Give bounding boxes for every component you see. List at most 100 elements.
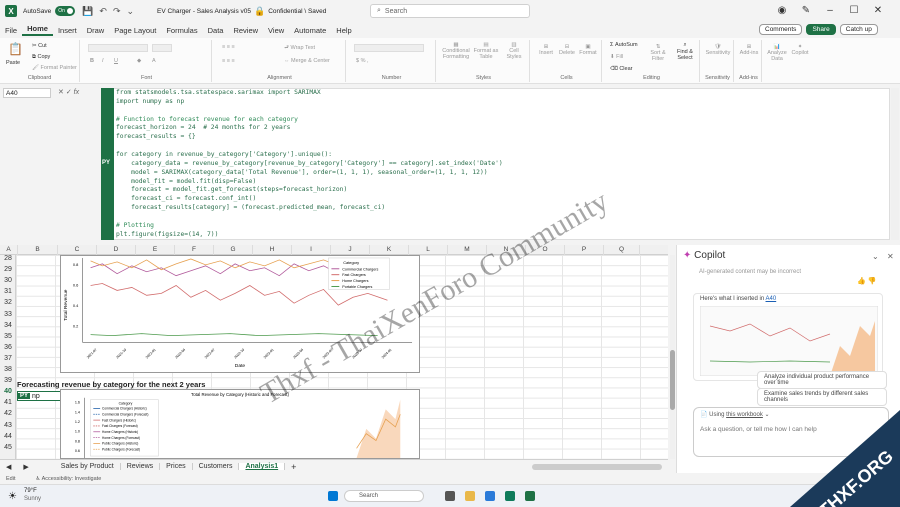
row-header-38[interactable]: 38 <box>0 366 16 373</box>
copilot-chart-thumbnail[interactable] <box>700 306 878 376</box>
prev-sheet-icon[interactable]: ◀ <box>0 463 17 471</box>
column-header-c[interactable]: C <box>58 245 97 255</box>
weather-icon[interactable]: ☀ <box>8 491 17 502</box>
format-cells-button[interactable]: ▣ Format <box>578 44 598 56</box>
add-sheet-icon[interactable]: + <box>285 462 302 472</box>
tab-file[interactable]: File <box>0 26 22 35</box>
sheet-tab-analysis1[interactable]: Analysis1 <box>239 463 286 470</box>
autosum-button[interactable]: Σ AutoSum <box>610 42 638 48</box>
start-icon[interactable] <box>328 491 338 501</box>
currency-icon[interactable]: $ % , <box>356 58 369 64</box>
cell-styles-button[interactable]: ▥ Cell Styles <box>502 42 526 60</box>
column-header-d[interactable]: D <box>97 245 136 255</box>
tab-draw[interactable]: Draw <box>82 26 110 35</box>
row-header-32[interactable]: 32 <box>0 299 16 306</box>
file-explorer-icon[interactable] <box>465 491 475 501</box>
tab-automate[interactable]: Automate <box>289 26 331 35</box>
suggestion-chip-2[interactable]: Examine sales trends by different sales … <box>757 388 887 406</box>
delete-cells-button[interactable]: ⊟ Delete <box>557 44 577 56</box>
row-header-41[interactable]: 41 <box>0 399 16 406</box>
share-button[interactable]: Share <box>806 24 836 35</box>
italic-button[interactable]: I <box>102 58 104 64</box>
column-header-b[interactable]: B <box>18 245 58 255</box>
column-header-p[interactable]: P <box>565 245 604 255</box>
copilot-close-icon[interactable]: ✕ <box>887 252 894 261</box>
sheet-tab-prices[interactable]: Prices <box>160 463 193 470</box>
cut-button[interactable]: ✂ Cut <box>32 43 47 49</box>
row-header-39[interactable]: 39 <box>0 377 16 384</box>
font-name-select[interactable] <box>88 44 148 52</box>
row-header-37[interactable]: 37 <box>0 355 16 362</box>
align-left-icon[interactable]: ≡ ≡ ≡ <box>222 58 235 64</box>
column-header-k[interactable]: K <box>370 245 409 255</box>
merge-center-button[interactable]: ⇔ Merge & Center <box>284 58 330 64</box>
tab-help[interactable]: Help <box>331 26 356 35</box>
collapse-icon[interactable]: ⌄ <box>872 252 879 261</box>
edge-icon[interactable] <box>485 491 495 501</box>
wrap-text-button[interactable]: ⮐ Wrap Text <box>284 44 315 53</box>
column-header-i[interactable]: I <box>292 245 331 255</box>
search-input[interactable]: ⌕ Search <box>370 4 530 18</box>
column-header-q[interactable]: Q <box>604 245 640 255</box>
format-painter-button[interactable]: 🖌 Format Painter <box>32 65 77 71</box>
grid-vertical-scrollbar[interactable] <box>670 255 675 459</box>
number-format-select[interactable] <box>354 44 424 52</box>
suggestion-chip-1[interactable]: Analyze individual product performance o… <box>757 371 887 389</box>
scroll-thumb[interactable] <box>670 350 675 410</box>
row-header-40[interactable]: 40 <box>0 388 16 395</box>
copy-button[interactable]: ⧉ Copy <box>32 54 50 61</box>
next-sheet-icon[interactable]: ▶ <box>17 463 34 471</box>
avatar[interactable]: ◉ <box>770 5 794 16</box>
row-header-42[interactable]: 42 <box>0 410 16 417</box>
name-box[interactable]: A40 <box>3 88 51 98</box>
row-header-45[interactable]: 45 <box>0 444 16 451</box>
tab-view[interactable]: View <box>263 26 289 35</box>
sensitivity-button[interactable]: 🛡 Sensitivity <box>704 44 732 56</box>
fx-icon[interactable]: fx <box>74 89 79 96</box>
sheet-tab-reviews[interactable]: Reviews <box>121 463 161 470</box>
code-scrollbar[interactable] <box>891 88 899 240</box>
align-top-icon[interactable]: ≡ ≡ ≡ <box>222 44 235 50</box>
row-header-29[interactable]: 29 <box>0 266 16 273</box>
row-header-35[interactable]: 35 <box>0 333 16 340</box>
analyze-data-button[interactable]: 📊 Analyze Data <box>766 44 788 62</box>
catchup-button[interactable]: Catch up <box>839 24 878 35</box>
undo-icon[interactable]: ↶ <box>99 6 107 17</box>
feedback-icons[interactable]: 👍 👎 <box>857 277 876 285</box>
column-header-a[interactable]: A <box>0 245 18 255</box>
pen-icon[interactable]: ✎ <box>794 5 818 16</box>
tab-insert[interactable]: Insert <box>53 26 82 35</box>
comments-button[interactable]: Comments <box>759 24 803 35</box>
column-header-j[interactable]: J <box>331 245 370 255</box>
tab-formulas[interactable]: Formulas <box>161 26 202 35</box>
row-header-44[interactable]: 44 <box>0 433 16 440</box>
conditional-formatting-button[interactable]: ▦ Conditional Formatting <box>442 42 470 60</box>
format-as-table-button[interactable]: ▤ Format as Table <box>472 42 500 60</box>
underline-button[interactable]: U <box>114 58 118 64</box>
cell-a40[interactable]: PY np <box>17 391 62 401</box>
accessibility-status[interactable]: ♿ Accessibility: Investigate <box>35 476 101 482</box>
insert-cells-button[interactable]: ⊞ Insert <box>536 44 556 56</box>
bold-button[interactable]: B <box>90 58 94 64</box>
tab-home[interactable]: Home <box>22 24 53 36</box>
column-header-h[interactable]: H <box>253 245 292 255</box>
sheet-tab-customers[interactable]: Customers <box>193 463 240 470</box>
minimize-icon[interactable]: – <box>818 5 842 16</box>
redo-icon[interactable]: ↷ <box>113 6 121 17</box>
tab-page-layout[interactable]: Page Layout <box>109 26 161 35</box>
row-header-36[interactable]: 36 <box>0 344 16 351</box>
cell-link[interactable]: A40 <box>766 296 777 302</box>
copilot-button[interactable]: ✦ Copilot <box>790 44 810 56</box>
maximize-icon[interactable]: ☐ <box>842 5 866 16</box>
excel-taskbar-icon[interactable] <box>525 491 535 501</box>
context-selector[interactable]: 📄 Using this workbook ⌄ <box>700 411 770 418</box>
paste-icon[interactable]: 📋 <box>8 42 23 56</box>
column-header-l[interactable]: L <box>409 245 448 255</box>
row-header-31[interactable]: 31 <box>0 288 16 295</box>
tab-review[interactable]: Review <box>228 26 263 35</box>
taskbar-search[interactable]: Search <box>344 490 424 502</box>
row-header-28[interactable]: 28 <box>0 255 16 262</box>
find-select-button[interactable]: ⌕ Find & Select <box>674 42 696 61</box>
row-header-33[interactable]: 33 <box>0 311 16 318</box>
sort-filter-button[interactable]: ⇅ Sort & Filter <box>648 44 668 62</box>
